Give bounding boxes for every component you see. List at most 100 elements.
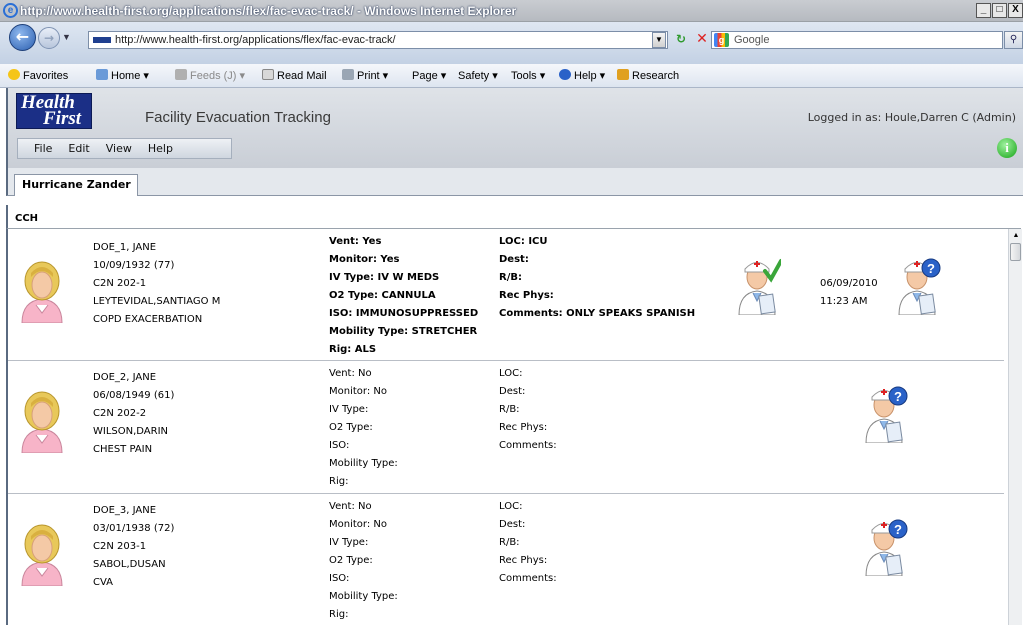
patient-name: DOE_2, JANE (93, 372, 157, 383)
patient-avatar-svg (21, 261, 63, 324)
favorites-button[interactable]: Favorites (8, 69, 68, 82)
transfer-info: LOC: Dest: R/B: Rec Phys: Comments: (499, 365, 557, 455)
facility-header: CCH (6, 205, 1021, 229)
nurse-question-svg: ? (865, 519, 908, 577)
search-icon[interactable]: ⚲ (1004, 31, 1023, 49)
read-mail-button[interactable]: Read Mail (262, 69, 327, 82)
menu-view[interactable]: View (106, 142, 132, 155)
home-button[interactable]: Home ▾ (96, 69, 149, 82)
back-button[interactable]: ← (9, 24, 36, 51)
search-placeholder: Google (734, 34, 770, 46)
patient-row[interactable]: DOE_3, JANE 03/01/1938 (72) C2N 203-1 SABOL… (8, 494, 1004, 625)
ie-logo-icon: e (3, 3, 18, 18)
info-icon[interactable]: i (997, 138, 1017, 158)
tab-hurricane-zander[interactable]: Hurricane Zander (14, 174, 138, 196)
field-mobility: Mobility Type: (329, 458, 398, 469)
field-iso: ISO: (329, 440, 350, 451)
menu-help[interactable]: Help (148, 142, 173, 155)
address-toolbar: ← → ▼ http://www.health-first.org/applic… (0, 22, 1023, 64)
window-title: http://www.health-first.org/applications… (20, 4, 517, 18)
nurse-question-icon[interactable]: ? (860, 518, 908, 577)
field-rig: Rig: ALS (329, 344, 377, 355)
vertical-scrollbar[interactable]: ▲ (1008, 229, 1022, 625)
patient-name: DOE_1, JANE (93, 242, 157, 253)
field-iv: IV Type: (329, 537, 369, 548)
address-url: http://www.health-first.org/applications… (115, 34, 396, 46)
field-rig: Rig: (329, 609, 349, 620)
feeds-button[interactable]: Feeds (J) ▾ (175, 69, 245, 82)
close-button[interactable]: X (1008, 3, 1023, 18)
tab-strip: Hurricane Zander (6, 168, 1023, 196)
svg-text:?: ? (894, 522, 902, 537)
field-o2: O2 Type: CANNULA (329, 290, 436, 301)
maximize-button[interactable]: □ (992, 3, 1007, 18)
transfer-info: LOC: Dest: R/B: Rec Phys: Comments: (499, 498, 557, 588)
field-dest: Dest: (499, 386, 526, 397)
research-icon (617, 69, 629, 80)
google-icon: g (714, 33, 729, 47)
field-o2: O2 Type: (329, 422, 373, 433)
patient-avatar-svg (21, 391, 63, 454)
help-menu[interactable]: Help ▾ (559, 69, 605, 82)
safety-menu[interactable]: Safety ▾ (458, 69, 498, 82)
field-iv: IV Type: IV W MEDS (329, 272, 440, 283)
field-vent: Vent: No (329, 368, 372, 379)
field-dest: Dest: (499, 254, 529, 265)
timestamp: 06/09/2010 11:23 AM (820, 275, 878, 311)
minimize-button[interactable]: _ (976, 3, 991, 18)
patient-room: C2N 202-1 (93, 278, 147, 289)
nurse-check-icon[interactable] (733, 257, 783, 316)
field-rec-phys: Rec Phys: (499, 422, 548, 433)
app-title: Facility Evacuation Tracking (145, 109, 331, 126)
forward-button[interactable]: → (38, 27, 60, 49)
page-menu[interactable]: Page ▾ (412, 69, 446, 82)
nurse-question-svg: ? (865, 386, 908, 444)
timestamp-date: 06/09/2010 (820, 278, 878, 289)
field-comments: Comments: (499, 440, 557, 451)
nurse-question-icon[interactable]: ? (860, 385, 908, 444)
scroll-up-icon[interactable]: ▲ (1009, 229, 1023, 243)
patient-diagnosis: COPD EXACERBATION (93, 314, 203, 325)
history-dropdown-icon[interactable]: ▼ (62, 32, 71, 42)
menu-edit[interactable]: Edit (68, 142, 89, 155)
app-header: Health First Facility Evacuation Trackin… (6, 88, 1023, 168)
patient-dob: 03/01/1938 (72) (93, 523, 175, 534)
address-input[interactable]: http://www.health-first.org/applications… (88, 31, 668, 49)
patient-info: DOE_3, JANE 03/01/1938 (72) C2N 203-1 SABOL… (93, 502, 174, 592)
window-titlebar: e http://www.health-first.org/applicatio… (0, 0, 1023, 22)
print-button[interactable]: Print ▾ (342, 69, 388, 82)
patient-info: DOE_1, JANE 10/09/1932 (77) C2N 202-1 LEYTE… (93, 239, 220, 329)
patient-row[interactable]: DOE_1, JANE 10/09/1932 (77) C2N 202-1 LEYTE… (8, 229, 1004, 361)
help-icon (559, 69, 571, 80)
refresh-icon[interactable]: ↻ (672, 32, 690, 49)
search-input[interactable]: g Google (711, 31, 1003, 49)
field-loc: LOC: ICU (499, 236, 548, 247)
field-iv: IV Type: (329, 404, 369, 415)
patient-avatar-icon (18, 261, 66, 324)
patient-physician: WILSON,DARIN (93, 426, 169, 437)
field-rb: R/B: (499, 404, 520, 415)
patient-list: DOE_1, JANE 10/09/1932 (77) C2N 202-1 LEYTE… (8, 229, 1004, 625)
tools-menu[interactable]: Tools ▾ (511, 69, 545, 82)
field-monitor: Monitor: No (329, 386, 387, 397)
home-icon (96, 69, 108, 80)
patient-info: DOE_2, JANE 06/08/1949 (61) C2N 202-2 WILSO… (93, 369, 174, 459)
feeds-icon (175, 69, 187, 80)
patient-row[interactable]: DOE_2, JANE 06/08/1949 (61) C2N 202-2 WILSO… (8, 361, 1004, 494)
field-monitor: Monitor: Yes (329, 254, 400, 265)
field-loc: LOC: (499, 501, 523, 512)
field-loc: LOC: (499, 368, 523, 379)
scroll-thumb[interactable] (1010, 243, 1021, 261)
address-dropdown-icon[interactable]: ▼ (652, 32, 666, 48)
field-o2: O2 Type: (329, 555, 373, 566)
nurse-question-icon[interactable]: ? (893, 257, 941, 316)
window-controls: _ □ X (975, 3, 1023, 18)
field-mobility: Mobility Type: (329, 591, 398, 602)
patient-physician: LEYTEVIDAL,SANTIAGO M (93, 296, 221, 307)
timestamp-time: 11:23 AM (820, 296, 868, 307)
field-dest: Dest: (499, 519, 526, 530)
menu-file[interactable]: File (34, 142, 52, 155)
mail-icon (262, 69, 274, 80)
stop-icon[interactable]: ✕ (693, 31, 711, 48)
research-button[interactable]: Research (617, 69, 679, 82)
